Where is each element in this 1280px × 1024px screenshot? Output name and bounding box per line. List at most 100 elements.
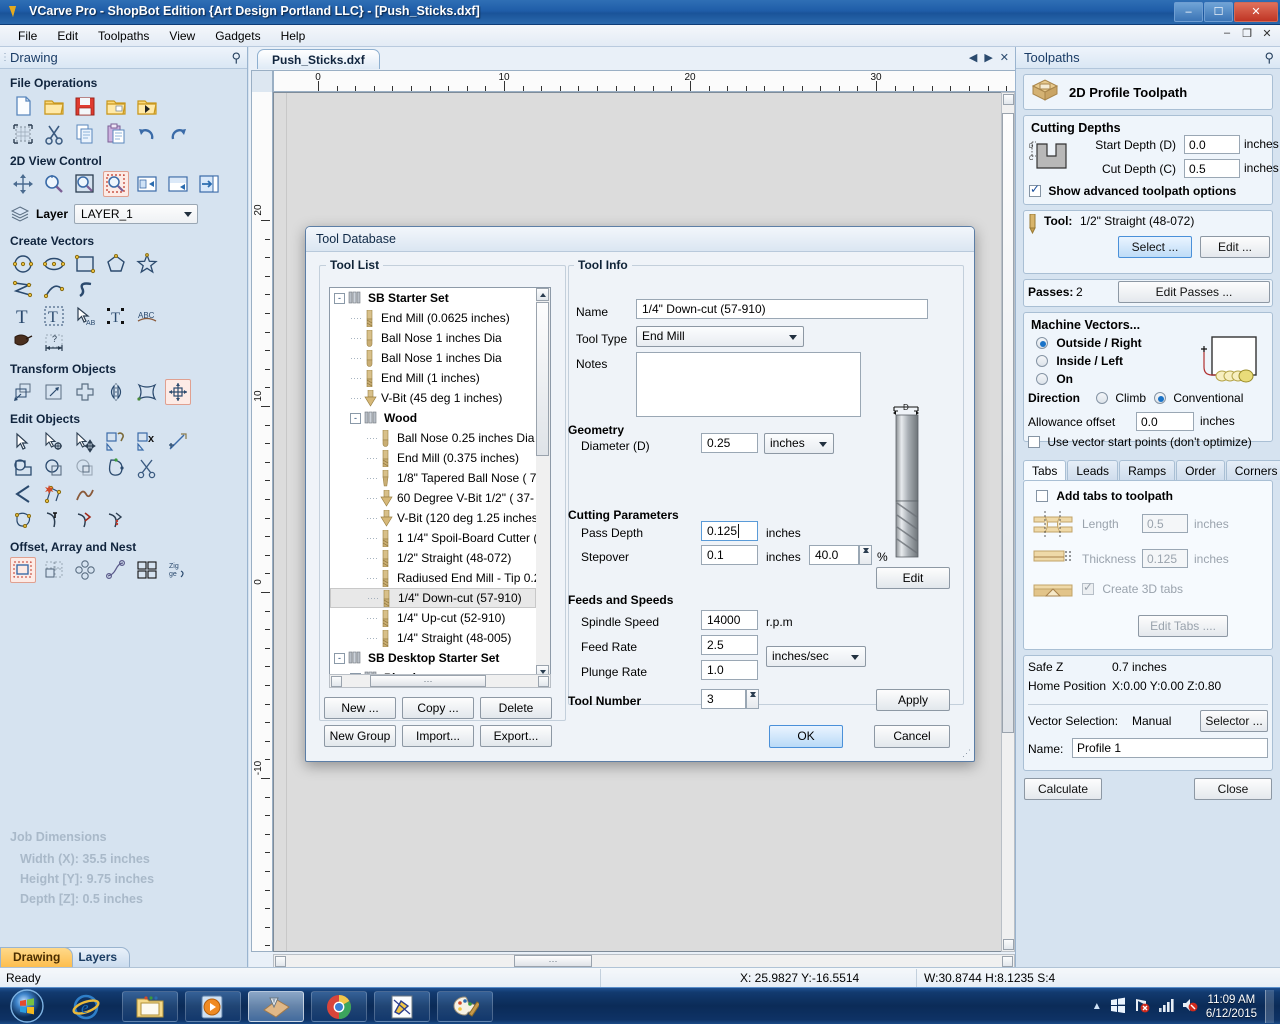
clock[interactable]: 11:09 AM 6/12/2015 [1206, 993, 1257, 1021]
stepover-percent-stepper[interactable] [859, 545, 872, 565]
zoom-in-icon[interactable] [41, 171, 67, 197]
add-tabs-row[interactable]: Add tabs to toolpath [1036, 489, 1173, 503]
copy-icon[interactable] [72, 121, 98, 147]
zoom-extents-icon[interactable] [72, 171, 98, 197]
paint-icon[interactable] [437, 991, 493, 1022]
vcarve-doc-icon[interactable] [374, 991, 430, 1022]
horizontal-scroll-thumb[interactable]: ⋯ [514, 955, 592, 967]
minimize-button[interactable]: – [1174, 2, 1203, 22]
tab-layers[interactable]: Layers [65, 947, 131, 967]
tab-length-field[interactable]: 0.5 [1142, 514, 1188, 533]
tool-node[interactable]: ···· Radiused End Mill - Tip 0.2 [330, 568, 540, 588]
menu-item-view[interactable]: View [159, 27, 205, 45]
rate-units-select[interactable]: inches/sec [766, 646, 866, 667]
mdi-window-controls[interactable]: – ❐ ✕ [1220, 27, 1274, 40]
profile-name-field[interactable]: Profile 1 [1072, 738, 1268, 758]
scale-icon[interactable] [41, 379, 67, 405]
delete-tool-button[interactable]: Delete [480, 697, 552, 719]
tool-group-node[interactable]: - SB Starter Set [330, 288, 536, 308]
toggle-panel-icon[interactable] [196, 171, 222, 197]
tool-node[interactable]: ···· 1/4" Up-cut (52-910) [330, 608, 536, 628]
reverse-icon[interactable] [72, 507, 98, 533]
node-edit-icon[interactable] [41, 429, 67, 455]
export-button[interactable]: Export... [480, 725, 552, 747]
tool-node[interactable]: ···· V-Bit (45 deg 1 inches) [330, 388, 536, 408]
direction-option-climb[interactable]: Climb [1096, 391, 1146, 405]
offset-icon[interactable] [10, 557, 36, 583]
climb-radio[interactable] [1096, 392, 1108, 404]
tab-tabs[interactable]: Tabs [1023, 460, 1067, 480]
machine-vector-option-inside[interactable]: Inside / Left [1036, 354, 1123, 368]
new-group-button[interactable]: New Group [324, 725, 396, 747]
windows-flag-icon[interactable] [1110, 997, 1126, 1016]
import-button[interactable]: Import... [402, 725, 474, 747]
tool-number-stepper[interactable] [746, 689, 759, 709]
file-explorer-icon[interactable] [122, 991, 178, 1022]
diameter-units-select[interactable]: inches [764, 433, 834, 454]
rotate-icon[interactable] [72, 379, 98, 405]
outside-right-radio[interactable] [1036, 337, 1048, 349]
copy-along-curve-icon[interactable] [103, 557, 129, 583]
show-advanced-options-row[interactable]: Show advanced toolpath options [1029, 182, 1236, 198]
allowance-offset-field[interactable]: 0.0 [1136, 412, 1194, 431]
plunge-rate-field[interactable]: 1.0 [701, 660, 758, 680]
tool-node[interactable]: ···· V-Bit (120 deg 1.25 inches [330, 508, 538, 528]
tool-select-button[interactable]: Select ... [1118, 236, 1192, 258]
close-button[interactable]: ✕ [1234, 2, 1278, 22]
add-tabs-checkbox[interactable] [1036, 490, 1048, 502]
zoom-page-icon[interactable] [165, 171, 191, 197]
tool-group-node[interactable]: - Wood [330, 408, 536, 428]
create-3d-tabs-checkbox[interactable] [1082, 580, 1094, 595]
new-file-icon[interactable] [10, 93, 36, 119]
tree-h-scroll-thumb[interactable]: ⋯ [370, 675, 486, 687]
text-icon[interactable]: T [10, 303, 36, 329]
document-tab-nav[interactable]: ◀ ▶ ✕ [969, 51, 1009, 64]
tree-scroll-thumb[interactable] [536, 302, 549, 456]
show-desktop-button[interactable] [1265, 990, 1274, 1023]
vertical-scroll-thumb[interactable] [1002, 113, 1014, 733]
align-icon[interactable] [165, 379, 191, 405]
star-icon[interactable] [134, 251, 160, 277]
copy-tool-button[interactable]: Copy ... [402, 697, 474, 719]
tab-drawing[interactable]: Drawing [0, 947, 74, 967]
close-vector-icon[interactable]: x [134, 429, 160, 455]
start-point-icon[interactable] [41, 507, 67, 533]
move-icon[interactable] [10, 379, 36, 405]
conventional-radio[interactable] [1154, 392, 1166, 404]
cut-icon[interactable] [41, 121, 67, 147]
undo-icon[interactable] [134, 121, 160, 147]
machine-vector-option-outside[interactable]: Outside / Right [1036, 336, 1142, 350]
expander-icon[interactable]: - [350, 412, 361, 424]
tool-name-field[interactable]: 1/4" Down-cut (57-910) [636, 299, 928, 319]
tool-type-select[interactable]: End Mill [636, 326, 804, 347]
mdi-minimize-button[interactable]: – [1220, 27, 1234, 40]
split-icon[interactable] [103, 507, 129, 533]
pass-depth-field[interactable]: 0.125 [701, 521, 758, 541]
menu-item-file[interactable]: File [8, 27, 47, 45]
import-icon[interactable] [134, 93, 160, 119]
spindle-speed-field[interactable]: 14000 [701, 610, 758, 630]
windows-start-orb[interactable] [2, 989, 52, 1024]
tool-node[interactable]: ···· Ball Nose 0.25 inches Dia [330, 428, 536, 448]
menu-item-toolpaths[interactable]: Toolpaths [88, 27, 159, 45]
fillet-icon[interactable] [103, 455, 129, 481]
tool-node[interactable]: ···· 1 1/4" Spoil-Board Cutter ( [330, 528, 537, 548]
tab-next-icon[interactable]: ▶ [984, 51, 992, 64]
apply-button[interactable]: Apply [876, 689, 950, 711]
expander-icon[interactable]: - [334, 652, 345, 664]
block-copy-icon[interactable] [134, 557, 160, 583]
tab-corners[interactable]: Corners [1225, 460, 1280, 480]
layer-select[interactable]: LAYER_1 [74, 204, 199, 224]
cut-depth-field[interactable]: 0.5 [1184, 159, 1240, 178]
save-icon[interactable] [72, 93, 98, 119]
tool-node[interactable]: ···· 1/4" Straight (48-005) [330, 628, 536, 648]
curve-icon[interactable] [72, 277, 98, 303]
horizontal-scrollbar[interactable]: ⋯ [273, 954, 1015, 968]
tab-prev-icon[interactable]: ◀ [969, 51, 977, 64]
trim-icon[interactable] [134, 455, 160, 481]
circle-icon[interactable] [10, 251, 36, 277]
ok-button[interactable]: OK [769, 725, 843, 748]
trace-bitmap-icon[interactable] [10, 329, 36, 355]
ellipse-icon[interactable] [41, 251, 67, 277]
tab-leads[interactable]: Leads [1067, 460, 1119, 480]
